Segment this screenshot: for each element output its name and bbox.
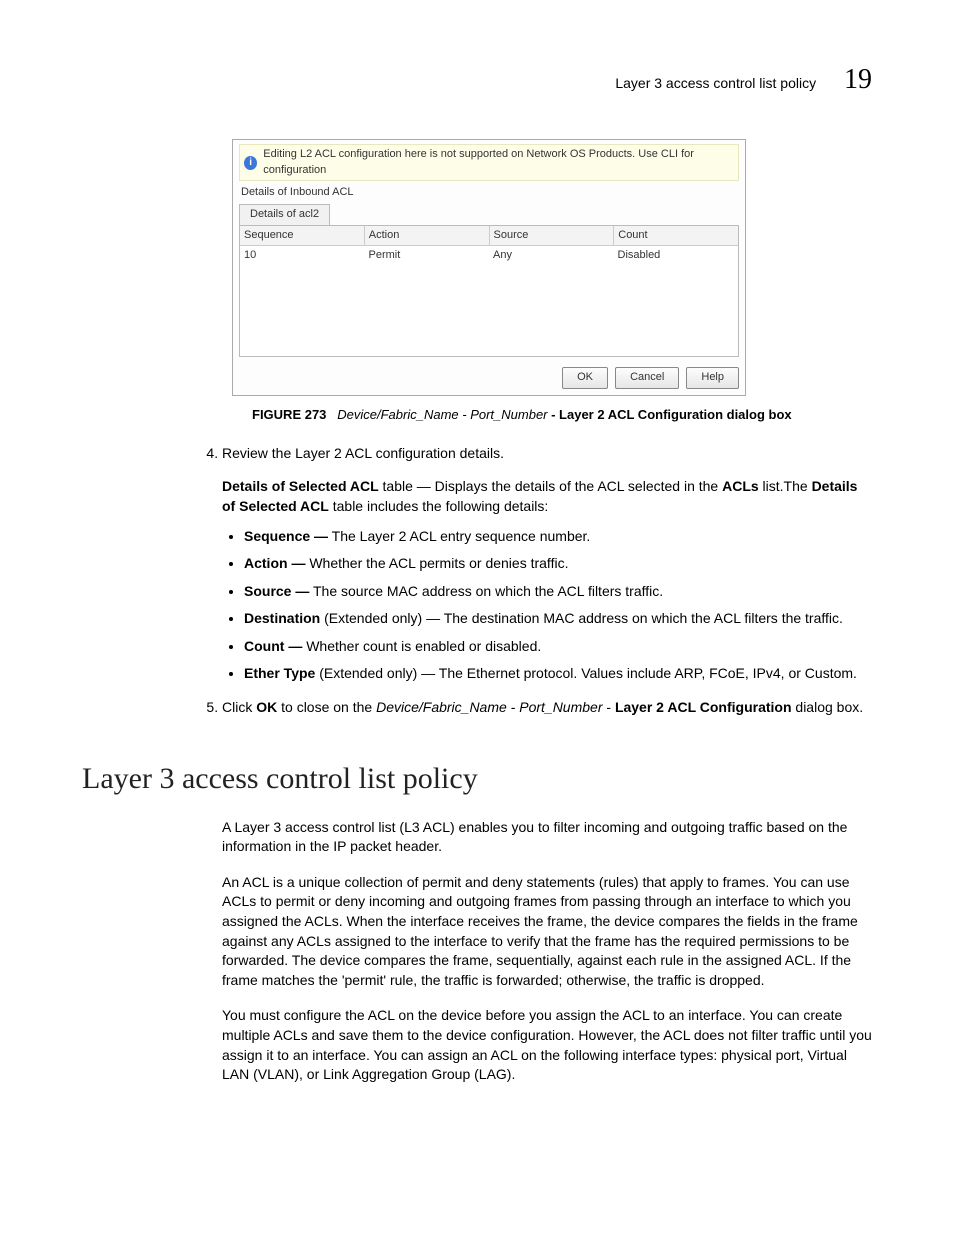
t3: (Extended only) — The destination MAC ad… — [320, 610, 843, 626]
runhead-title: Layer 3 access control list policy — [615, 74, 816, 94]
page: Layer 3 access control list policy 19 i … — [0, 0, 954, 1235]
b1: Action — — [244, 555, 305, 571]
step4-lead: Review the Layer 2 ACL configuration det… — [222, 445, 504, 461]
cell-action: Permit — [365, 246, 490, 265]
s5g: dialog box. — [792, 699, 864, 715]
field-bullets: Sequence — The Layer 2 ACL entry sequenc… — [244, 527, 872, 685]
col-sequence: Sequence — [240, 226, 365, 245]
s5b: OK — [256, 699, 277, 715]
b4: Count — — [244, 638, 302, 654]
running-header: Layer 3 access control list policy 19 — [82, 60, 872, 99]
info-text: Editing L2 ACL configuration here is not… — [263, 147, 734, 178]
table-row[interactable]: 10 Permit Any Disabled — [240, 246, 738, 265]
info-bar: i Editing L2 ACL configuration here is n… — [239, 144, 739, 181]
bullet-action: Action — Whether the ACL permits or deni… — [244, 554, 872, 574]
chapter-number: 19 — [844, 60, 872, 99]
bullet-ethertype: Ether Type (Extended only) — The Etherne… — [244, 664, 872, 684]
col-source: Source — [490, 226, 615, 245]
b3: Destination — [244, 610, 320, 626]
step-4: Review the Layer 2 ACL configuration det… — [222, 444, 872, 684]
cell-sequence: 10 — [240, 246, 365, 265]
para-1: A Layer 3 access control list (L3 ACL) e… — [222, 818, 872, 857]
bullet-sequence: Sequence — The Layer 2 ACL entry sequenc… — [244, 527, 872, 547]
info-icon: i — [244, 156, 257, 170]
step4-b1: Details of Selected ACL — [222, 478, 379, 494]
section-body: A Layer 3 access control list (L3 ACL) e… — [222, 818, 872, 1085]
t5: (Extended only) — The Ethernet protocol.… — [315, 665, 857, 681]
table-header: Sequence Action Source Count — [240, 226, 738, 246]
t2: The source MAC address on which the ACL … — [309, 583, 663, 599]
details-label: Details of Inbound ACL — [241, 185, 739, 200]
s5d: Device/Fabric_Name - Port_Number — [376, 699, 602, 715]
t4: Whether count is enabled or disabled. — [302, 638, 541, 654]
bullet-count: Count — Whether count is enabled or disa… — [244, 637, 872, 657]
details-tab[interactable]: Details of acl2 — [239, 204, 330, 224]
acl-details-table: Sequence Action Source Count 10 Permit A… — [239, 225, 739, 357]
s5c: to close on the — [277, 699, 376, 715]
bullet-source: Source — The source MAC address on which… — [244, 582, 872, 602]
step4-t2: list.The — [759, 478, 812, 494]
ok-button[interactable]: OK — [562, 367, 608, 388]
step4-desc: Details of Selected ACL table — Displays… — [222, 477, 872, 516]
col-count: Count — [614, 226, 738, 245]
b0: Sequence — — [244, 528, 328, 544]
t1: Whether the ACL permits or denies traffi… — [305, 555, 568, 571]
step4-t3: table includes the following details: — [329, 498, 548, 514]
step-5: Click OK to close on the Device/Fabric_N… — [222, 698, 872, 718]
figure-caption: FIGURE 273 Device/Fabric_Name - Port_Num… — [252, 406, 872, 424]
section-heading: Layer 3 access control list policy — [82, 758, 872, 800]
cell-count: Disabled — [614, 246, 739, 265]
s5f: Layer 2 ACL Configuration — [615, 699, 792, 715]
body-text: Review the Layer 2 ACL configuration det… — [222, 444, 872, 718]
cell-source: Any — [489, 246, 614, 265]
acl-config-dialog: i Editing L2 ACL configuration here is n… — [232, 139, 746, 395]
t0: The Layer 2 ACL entry sequence number. — [328, 528, 590, 544]
col-action: Action — [365, 226, 490, 245]
table-body: 10 Permit Any Disabled — [240, 246, 738, 356]
figure-label: FIGURE 273 — [252, 407, 326, 422]
figure-italic: Device/Fabric_Name - Port_Number — [337, 407, 547, 422]
figure-tail: - Layer 2 ACL Configuration dialog box — [548, 407, 792, 422]
bullet-destination: Destination (Extended only) — The destin… — [244, 609, 872, 629]
para-2: An ACL is a unique collection of permit … — [222, 873, 872, 991]
step4-b2: ACLs — [722, 478, 759, 494]
cancel-button[interactable]: Cancel — [615, 367, 679, 388]
b2: Source — — [244, 583, 309, 599]
steps-list: Review the Layer 2 ACL configuration det… — [204, 444, 872, 718]
step4-t1: table — Displays the details of the ACL … — [379, 478, 722, 494]
s5a: Click — [222, 699, 256, 715]
b5: Ether Type — [244, 665, 315, 681]
help-button[interactable]: Help — [686, 367, 739, 388]
dialog-buttons: OK Cancel Help — [239, 367, 739, 388]
s5e: - — [602, 699, 614, 715]
para-3: You must configure the ACL on the device… — [222, 1006, 872, 1084]
